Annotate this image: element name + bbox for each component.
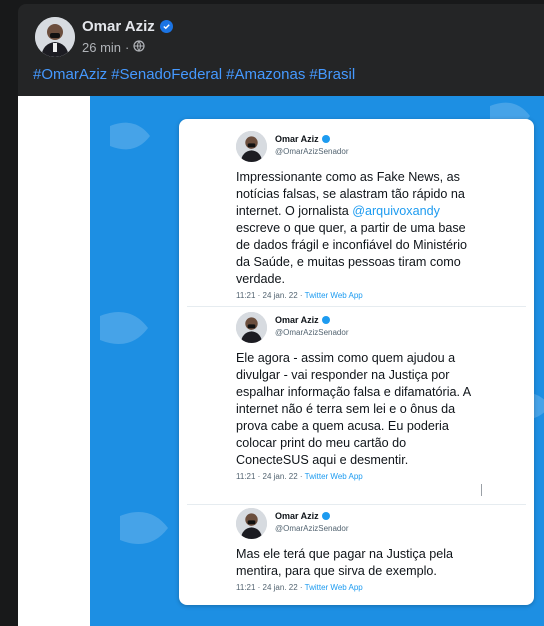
hashtag-link[interactable]: #SenadoFederal	[111, 66, 222, 83]
facebook-post: Omar Aziz 26 min · #OmarAziz #SenadoFede…	[18, 4, 544, 626]
tweet-timestamp: 11:21 · 24 jan. 22 · Twitter Web App	[236, 291, 526, 300]
tweet-handle: @OmarAzizSenador	[275, 147, 349, 156]
hashtag-link[interactable]: #Amazonas	[226, 66, 305, 83]
person-icon	[236, 508, 267, 539]
tweet-time: 11:21 · 24 jan. 22 ·	[236, 472, 305, 481]
media-background: Omar Aziz @OmarAzizSenador Impressionant…	[90, 96, 544, 626]
hashtag-list: #OmarAziz #SenadoFederal #Amazonas #Bras…	[33, 66, 355, 83]
tweet: Omar Aziz @OmarAzizSenador Ele agora - a…	[236, 312, 526, 481]
author-name[interactable]: Omar Aziz	[82, 18, 155, 35]
verified-badge-icon	[321, 316, 330, 324]
tweet-author-name: Omar Aziz	[275, 315, 319, 325]
tweet-text-part: Mas ele terá que pagar na Justiça pela m…	[236, 547, 454, 578]
tweet: Omar Aziz @OmarAzizSenador Impressionant…	[236, 131, 526, 300]
tweet-author-name: Omar Aziz	[275, 511, 319, 521]
tweet-text: Impressionante como as Fake News, as not…	[236, 169, 474, 288]
tweet-avatar	[236, 508, 267, 539]
tweet-text-part: Ele agora - assim como quem ajudou a div…	[236, 351, 471, 467]
person-icon	[236, 312, 267, 343]
tweet-time: 11:21 · 24 jan. 22 ·	[236, 291, 305, 300]
post-time[interactable]: 26 min	[82, 40, 121, 55]
tweet-avatar	[236, 131, 267, 162]
tweet-text-part: escreve o que quer, a partir de uma base…	[236, 221, 468, 286]
meta-separator: ·	[125, 40, 130, 55]
divider	[187, 306, 526, 307]
tweet: Omar Aziz @OmarAzizSenador Mas ele terá …	[236, 508, 526, 592]
tweet-avatar	[236, 312, 267, 343]
tweet-timestamp: 11:21 · 24 jan. 22 · Twitter Web App	[236, 472, 526, 481]
tweet-app: Twitter Web App	[304, 583, 363, 592]
verified-badge-icon	[321, 512, 330, 520]
tweet-author-name: Omar Aziz	[275, 134, 319, 144]
tweet-screenshot-card: Omar Aziz @OmarAzizSenador Impressionant…	[179, 119, 534, 605]
divider	[187, 504, 526, 505]
post-media-image[interactable]: Omar Aziz @OmarAzizSenador Impressionant…	[18, 96, 544, 626]
tweet-text: Mas ele terá que pagar na Justiça pela m…	[236, 546, 474, 580]
cursor-mark	[481, 484, 482, 496]
tweet-time: 11:21 · 24 jan. 22 ·	[236, 583, 305, 592]
tweet-timestamp: 11:21 · 24 jan. 22 · Twitter Web App	[236, 583, 526, 592]
mention-link: @arquivoxandy	[352, 204, 440, 218]
person-icon	[35, 17, 75, 57]
verified-badge-icon	[159, 20, 173, 33]
globe-icon	[133, 40, 145, 55]
tweet-text: Ele agora - assim como quem ajudou a div…	[236, 350, 474, 469]
person-icon	[236, 131, 267, 162]
tweet-handle: @OmarAzizSenador	[275, 524, 349, 533]
tweet-handle: @OmarAzizSenador	[275, 328, 349, 337]
author-avatar[interactable]	[35, 17, 75, 57]
verified-badge-icon	[321, 135, 330, 143]
tweet-app: Twitter Web App	[304, 291, 363, 300]
hashtag-link[interactable]: #OmarAziz	[33, 66, 107, 83]
hashtag-link[interactable]: #Brasil	[309, 66, 355, 83]
tweet-app: Twitter Web App	[304, 472, 363, 481]
